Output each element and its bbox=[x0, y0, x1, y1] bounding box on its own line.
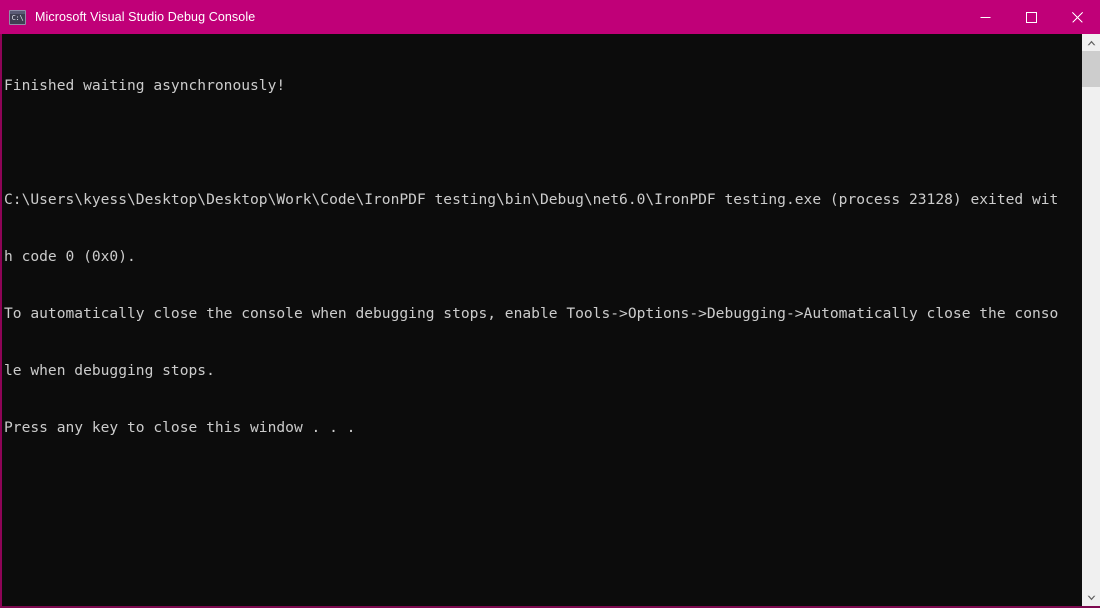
console-line: C:\Users\kyess\Desktop\Desktop\Work\Code… bbox=[4, 191, 1059, 208]
console-line: To automatically close the console when … bbox=[4, 305, 1059, 322]
console-text-block: Finished waiting asynchronously! C:\User… bbox=[2, 34, 1082, 475]
console-body: Finished waiting asynchronously! C:\User… bbox=[0, 34, 1100, 608]
console-app-icon-titlestrip bbox=[10, 10, 25, 14]
console-app-icon: C:\ bbox=[9, 9, 26, 25]
scrollbar-thumb[interactable] bbox=[1082, 51, 1100, 87]
window-title: Microsoft Visual Studio Debug Console bbox=[35, 10, 256, 24]
close-button[interactable] bbox=[1054, 0, 1100, 34]
scroll-up-button[interactable] bbox=[1082, 34, 1100, 51]
minimize-button[interactable] bbox=[962, 0, 1008, 34]
window-controls bbox=[962, 0, 1100, 34]
maximize-icon bbox=[1025, 11, 1037, 23]
chevron-down-icon bbox=[1087, 595, 1095, 600]
console-line: Finished waiting asynchronously! bbox=[4, 77, 286, 94]
console-output-area[interactable]: Finished waiting asynchronously! C:\User… bbox=[2, 34, 1082, 606]
console-app-icon-glyph: C:\ bbox=[11, 14, 24, 22]
console-line: h code 0 (0x0). bbox=[4, 248, 136, 265]
maximize-button[interactable] bbox=[1008, 0, 1054, 34]
scroll-down-button[interactable] bbox=[1082, 589, 1100, 606]
console-line: Press any key to close this window . . . bbox=[4, 419, 356, 436]
title-bar-left: C:\ Microsoft Visual Studio Debug Consol… bbox=[0, 0, 962, 34]
scrollbar-track[interactable] bbox=[1082, 51, 1100, 589]
console-line: le when debugging stops. bbox=[4, 362, 215, 379]
vertical-scrollbar[interactable] bbox=[1082, 34, 1100, 606]
debug-console-window: C:\ Microsoft Visual Studio Debug Consol… bbox=[0, 0, 1100, 608]
chevron-up-icon bbox=[1087, 40, 1095, 45]
title-bar[interactable]: C:\ Microsoft Visual Studio Debug Consol… bbox=[0, 0, 1100, 34]
close-icon bbox=[1071, 11, 1083, 23]
